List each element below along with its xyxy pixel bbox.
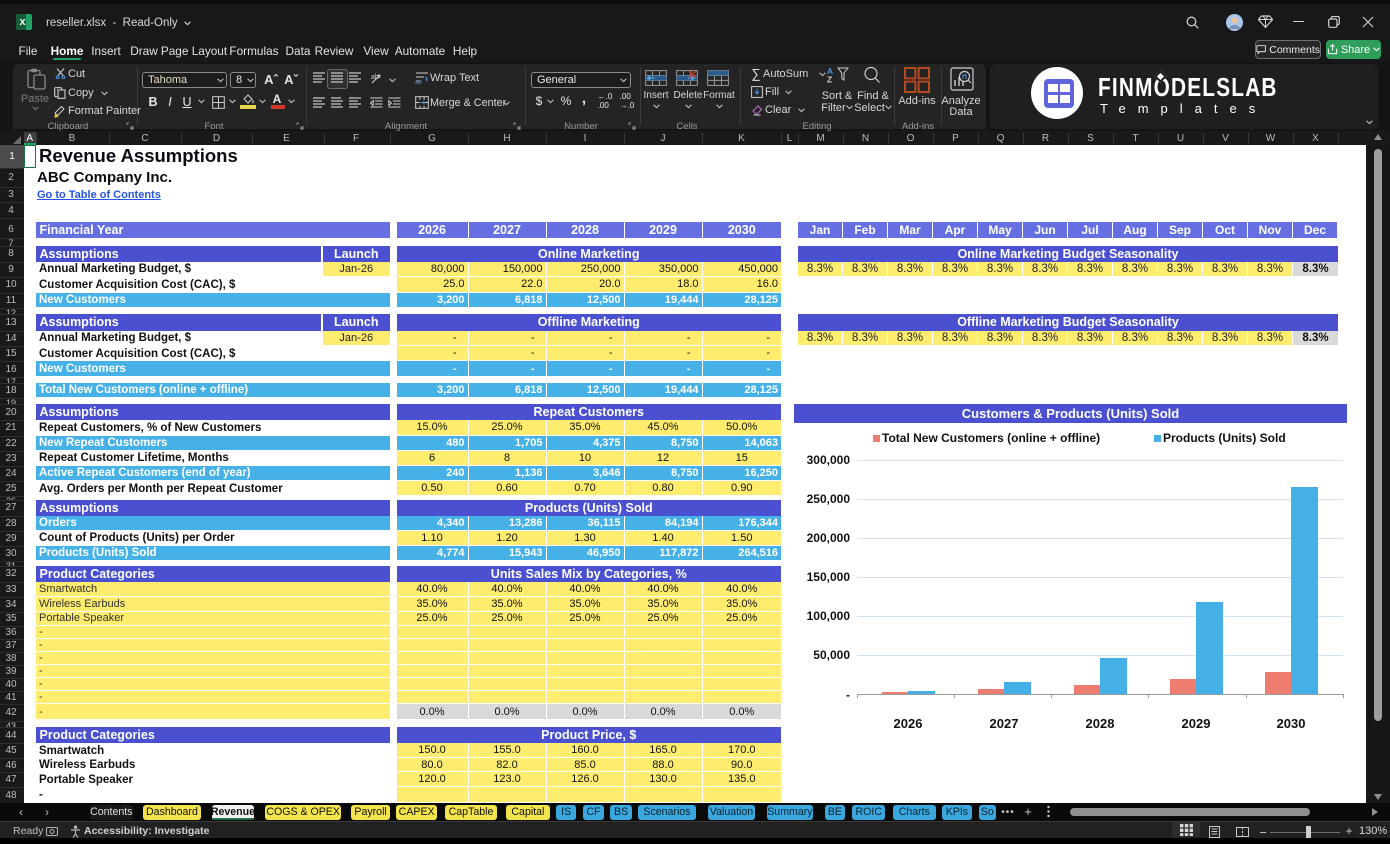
svg-text:ab: ab	[371, 74, 379, 81]
svg-text:Z: Z	[827, 75, 832, 84]
svg-text:ab: ab	[415, 80, 422, 85]
